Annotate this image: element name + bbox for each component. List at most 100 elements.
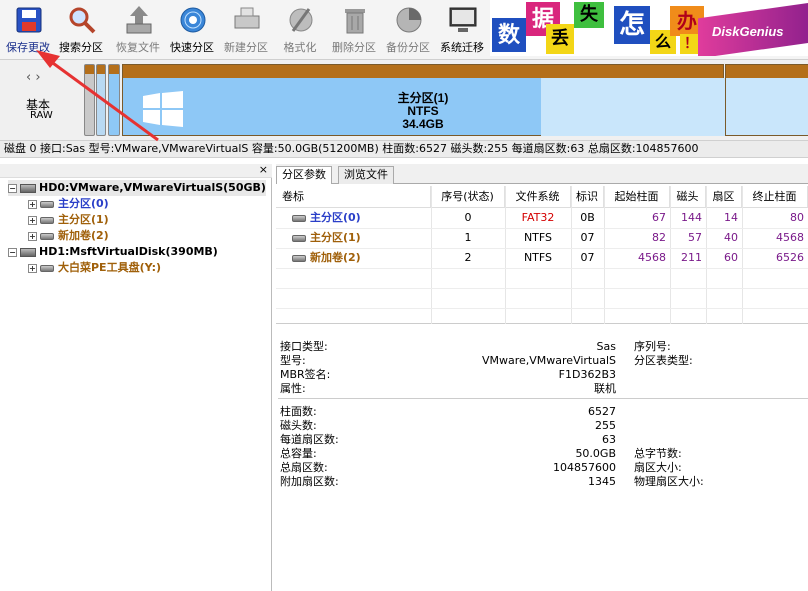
table-cell-id: 07 [571, 248, 604, 268]
table-cell-index: 2 [431, 248, 505, 268]
table-cell-head: 144 [670, 208, 702, 228]
disk-nav-arrows[interactable]: ‹ › [26, 70, 41, 85]
disk-format: RAW [30, 110, 53, 121]
save-disk-icon [14, 4, 44, 36]
table-cell-text: 07 [580, 251, 595, 264]
table-cell-text: 14 [724, 211, 738, 224]
table-cell-start-cyl: 4568 [604, 248, 666, 268]
table-cell-text: 2 [464, 251, 472, 264]
expand-icon[interactable]: + [28, 199, 37, 209]
collapse-icon[interactable]: − [8, 247, 17, 257]
column-header[interactable]: 终止柱面 [742, 186, 808, 208]
detail-value: F1D362B3 [558, 368, 616, 381]
column-header[interactable]: 序号(状态) [431, 186, 505, 208]
table-row[interactable]: 主分区(0) 0 FAT32 0B 67 144 14 80 [276, 208, 808, 228]
table-cell-text: 57 [688, 231, 702, 244]
tree-disk-hd0[interactable]: − HD0:VMware,VMwareVirtualS(50GB) [8, 180, 266, 196]
detail-value: 104857600 [553, 461, 616, 474]
banner-tile: 数 [492, 18, 526, 52]
detail-label: 扇区大小: [634, 461, 682, 474]
toolbar-button-label: 删除分区 [332, 41, 376, 54]
toolbar-button-4[interactable]: 新建分区 [218, 2, 274, 56]
detail-label: 每道扇区数: [280, 433, 339, 446]
close-icon[interactable]: × [259, 163, 268, 176]
table-cell-text: 主分区(1) [310, 231, 361, 244]
disk-info-bar: 磁盘 0 接口:Sas 型号:VMware,VMwareVirtualS 容量:… [0, 140, 808, 158]
table-cell-text: 主分区(0) [310, 211, 361, 224]
quick-partition-disc-icon [178, 4, 208, 36]
detail-label: 型号: [280, 354, 306, 367]
tree-partition-label: 新加卷(2) [58, 229, 109, 242]
table-cell-fs: NTFS [505, 228, 571, 248]
partition-icon [292, 254, 306, 262]
toolbar-button-1[interactable]: 搜索分区 [53, 2, 109, 56]
toolbar-button-3[interactable]: 快速分区 [164, 2, 220, 56]
toolbar-button-2[interactable]: 恢复文件 [110, 2, 166, 56]
partition-block-0[interactable] [84, 64, 95, 136]
toolbar-button-label: 系统迁移 [440, 41, 484, 54]
table-cell-index: 1 [431, 228, 505, 248]
column-header[interactable]: 卷标 [276, 186, 431, 208]
column-header[interactable]: 扇区 [706, 186, 742, 208]
tab-browse-files[interactable]: 浏览文件 [338, 166, 394, 184]
detail-value: 255 [595, 419, 616, 432]
column-header[interactable]: 起始柱面 [604, 186, 670, 208]
toolbar-button-label: 快速分区 [170, 41, 214, 54]
tree-disk-hd1[interactable]: − HD1:MsftVirtualDisk(390MB) [8, 244, 218, 260]
partition-block-2[interactable] [725, 64, 808, 136]
column-header[interactable]: 标识 [571, 186, 604, 208]
expand-icon[interactable]: + [28, 215, 37, 225]
table-row[interactable]: 新加卷(2) 2 NTFS 07 4568 211 60 6526 [276, 248, 808, 268]
detail-label: 序列号: [634, 340, 671, 353]
column-header[interactable]: 文件系统 [505, 186, 571, 208]
table-cell-text: FAT32 [521, 211, 555, 224]
toolbar-button-label: 搜索分区 [59, 41, 103, 54]
partition-block-small[interactable] [108, 64, 120, 136]
tree-partition-label: 主分区(0) [58, 197, 109, 210]
toolbar-button-0[interactable]: 保存更改 [0, 2, 56, 56]
detail-label: 接口类型: [280, 340, 328, 353]
tab-partition-params[interactable]: 分区参数 [276, 166, 332, 184]
detail-value: 50.0GB [575, 447, 616, 460]
expand-icon[interactable]: + [28, 263, 37, 273]
table-cell-start-cyl: 82 [604, 228, 666, 248]
toolbar-button-label: 保存更改 [6, 41, 50, 54]
toolbar-button-6[interactable]: 删除分区 [326, 2, 382, 56]
table-cell-id: 07 [571, 228, 604, 248]
table-cell-text: 40 [724, 231, 738, 244]
toolbar-button-5[interactable]: 格式化 [272, 2, 328, 56]
magnifier-icon [67, 4, 97, 36]
table-cell-sector: 40 [706, 228, 738, 248]
table-cell-end-cyl: 6526 [742, 248, 804, 268]
tree-partition-2[interactable]: + 新加卷(2) [28, 228, 109, 244]
partition-icon [40, 264, 54, 272]
disk-tree-panel: × − HD0:VMware,VMwareVirtualS(50GB) + 主分区(… [0, 163, 272, 591]
collapse-icon[interactable]: − [8, 183, 17, 193]
detail-value: Sas [596, 340, 616, 353]
toolbar-button-label: 新建分区 [224, 41, 268, 54]
toolbar-button-7[interactable]: 备份分区 [380, 2, 436, 56]
table-row[interactable]: 主分区(1) 1 NTFS 07 82 57 40 4568 [276, 228, 808, 248]
banner-tile: 怎 [614, 6, 650, 44]
toolbar-button-8[interactable]: 系统迁移 [434, 2, 490, 56]
table-cell-sector: 14 [706, 208, 738, 228]
detail-label: 附加扇区数: [280, 475, 339, 488]
advert-banner[interactable]: 数 据 丢 失 怎 么 办 ！ DiskGenius [490, 0, 808, 56]
table-cell-text: 1 [464, 231, 472, 244]
column-header[interactable]: 磁头 [670, 186, 706, 208]
tree-partition-1[interactable]: + 主分区(1) [28, 212, 109, 228]
recover-files-icon [124, 4, 154, 36]
disk-details: 接口类型: Sas 型号: VMware,VMwareVirtualS MBR签名: F1… [276, 336, 808, 591]
right-tabs: 分区参数 浏览文件 [276, 164, 808, 184]
expand-icon[interactable]: + [28, 231, 37, 241]
partition-block-1[interactable]: 主分区(1) NTFS 34.4GB [122, 64, 725, 136]
tree-disk-label: HD0:VMware,VMwareVirtualS(50GB) [39, 181, 266, 194]
partition-icon [292, 234, 306, 242]
tree-partition-label: 主分区(1) [58, 213, 109, 226]
partition-icon [40, 232, 54, 240]
tree-partition-0[interactable]: + 主分区(0) [28, 196, 109, 212]
tree-header: × [0, 163, 272, 178]
tree-partition-pe[interactable]: + 大白菜PE工具盘(Y:) [28, 260, 161, 276]
table-cell-end-cyl: 80 [742, 208, 804, 228]
format-icon [286, 4, 316, 36]
